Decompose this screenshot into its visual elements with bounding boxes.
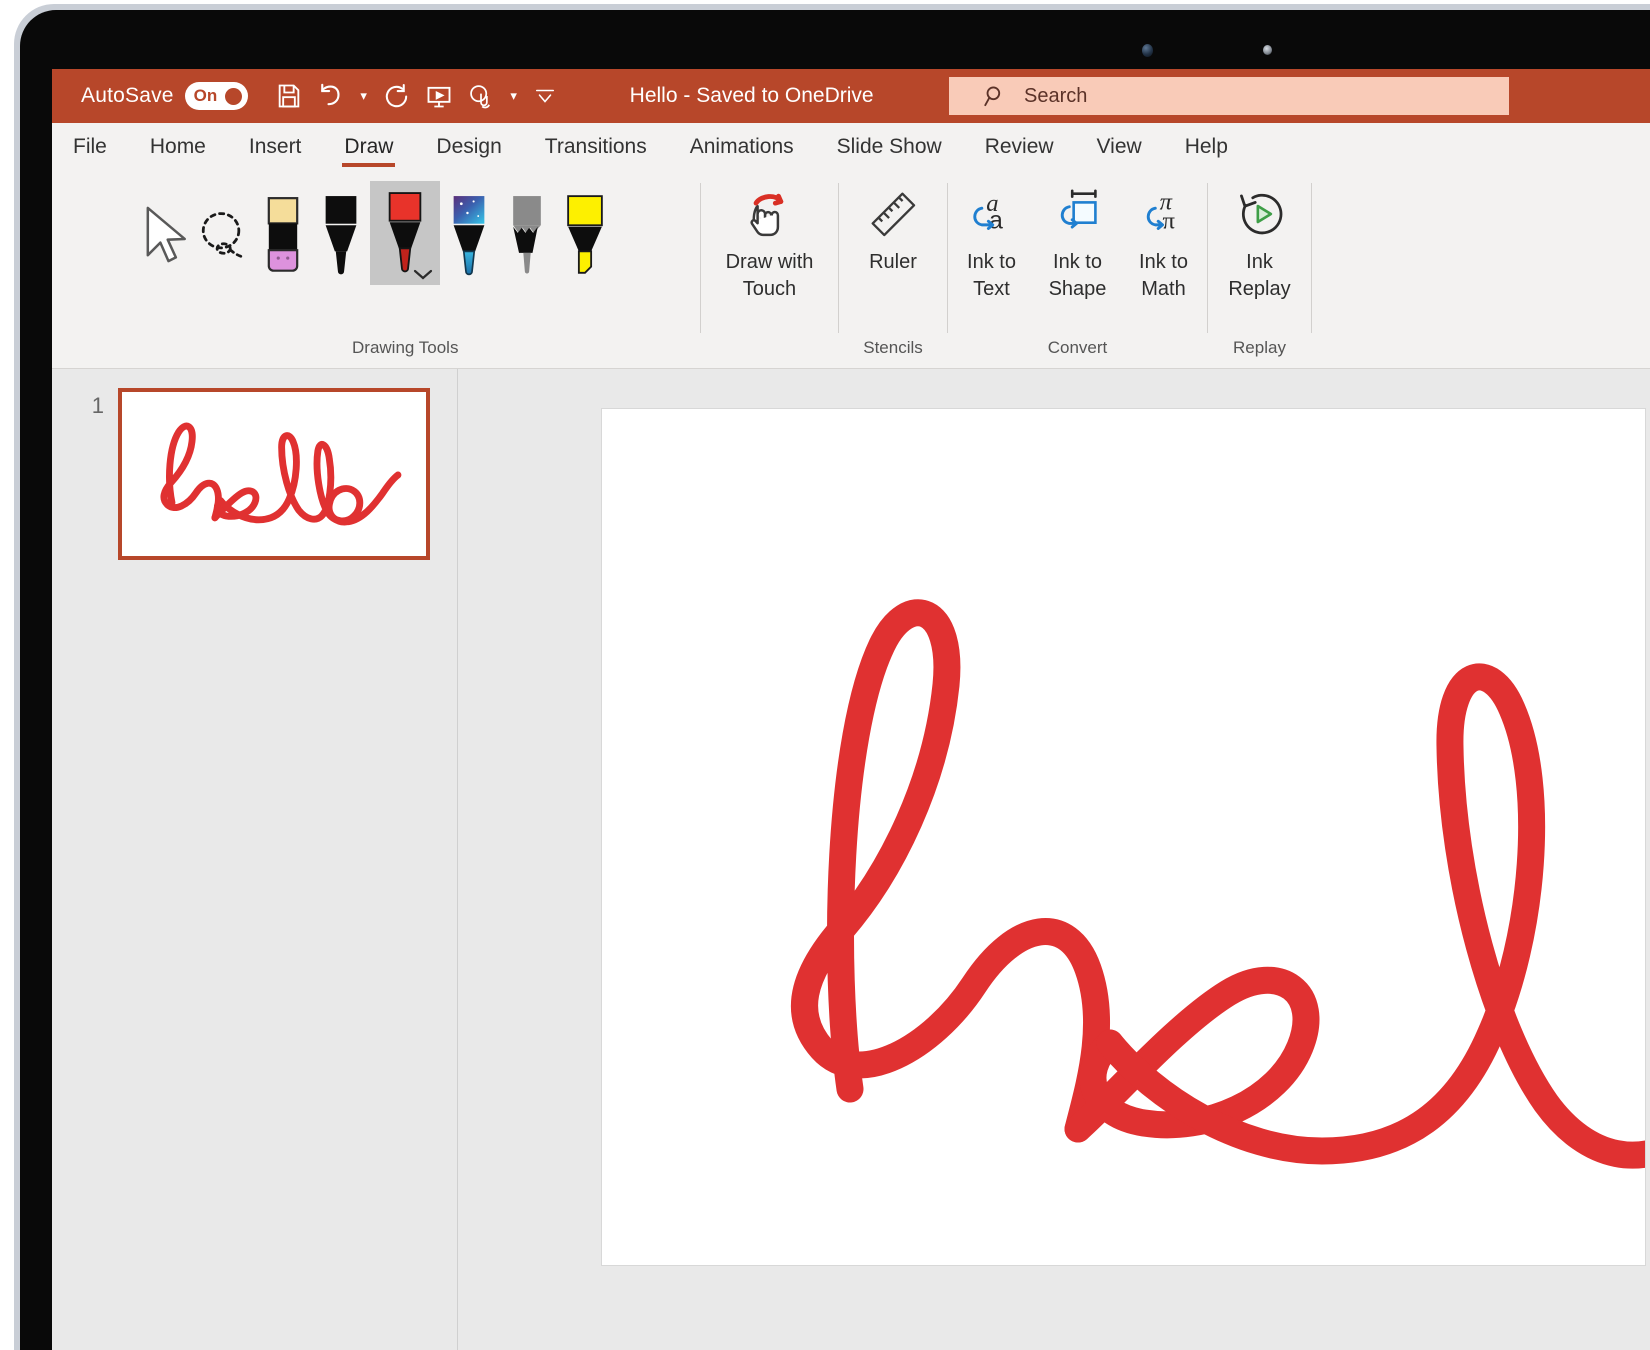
- draw-with-touch-icon: [739, 183, 801, 245]
- lasso-select-icon: [196, 205, 254, 267]
- save-icon[interactable]: [270, 76, 308, 116]
- ink-to-shape-label: Ink to Shape: [1049, 249, 1107, 302]
- ink-replay-button[interactable]: Ink Replay: [1208, 175, 1311, 302]
- slide-number-label: 1: [74, 393, 104, 419]
- ink-to-math-button[interactable]: π π Ink to Math: [1121, 175, 1207, 302]
- autosave-label: AutoSave: [81, 84, 174, 108]
- ribbon-group-stencils: Ruler Stencils: [839, 175, 947, 368]
- pen-red-dropdown-caret[interactable]: [412, 267, 434, 283]
- tab-insert[interactable]: Insert: [249, 131, 302, 167]
- search-box[interactable]: Search: [949, 77, 1509, 115]
- start-presentation-icon[interactable]: [420, 76, 458, 116]
- work-area: 1: [52, 369, 1650, 1350]
- ink-to-text-label: Ink to Text: [967, 249, 1016, 302]
- pencil-icon: [505, 193, 549, 279]
- screenshot-root: AutoSave On ▾: [0, 0, 1650, 1350]
- select-object-tool[interactable]: [138, 181, 196, 291]
- eraser-icon: [262, 195, 304, 277]
- undo-dropdown-caret[interactable]: ▾: [354, 76, 374, 116]
- front-camera-icon: [1142, 44, 1153, 57]
- tab-home[interactable]: Home: [150, 131, 206, 167]
- ink-replay-icon: [1231, 183, 1289, 245]
- ribbon-group-label-stencils: Stencils: [839, 338, 947, 358]
- pencil-tool[interactable]: [498, 181, 556, 291]
- application-window: AutoSave On ▾: [52, 69, 1650, 1350]
- tab-design[interactable]: Design: [436, 131, 501, 167]
- ribbon-group-convert: a a Ink to Text: [948, 175, 1207, 368]
- ribbon-group-label-replay: Replay: [1208, 338, 1311, 358]
- tab-file[interactable]: File: [73, 131, 107, 167]
- ambient-sensor-icon: [1263, 45, 1272, 55]
- draw-with-touch-button[interactable]: Draw with Touch: [712, 175, 828, 302]
- touch-mode-icon[interactable]: [462, 76, 500, 116]
- ink-to-math-icon: π π: [1135, 183, 1193, 245]
- autosave-toggle-knob: [225, 88, 242, 105]
- search-icon: [982, 83, 1008, 109]
- ribbon-group-label-convert: Convert: [948, 338, 1207, 358]
- slide-editing-canvas[interactable]: [601, 408, 1646, 1266]
- ribbon-separator: [1311, 183, 1312, 333]
- thumbnail-row: 1: [52, 369, 457, 560]
- tab-draw[interactable]: Draw: [344, 131, 393, 167]
- canvas-ink-hello: [602, 409, 1646, 1266]
- cursor-arrow-icon: [141, 205, 193, 267]
- ruler-label: Ruler: [869, 249, 917, 276]
- tab-animations[interactable]: Animations: [690, 131, 794, 167]
- tab-view[interactable]: View: [1097, 131, 1142, 167]
- document-title[interactable]: Hello - Saved to OneDrive: [630, 84, 874, 108]
- ruler-icon: [864, 183, 922, 245]
- eraser-tool[interactable]: [254, 181, 312, 291]
- pen-red-tool[interactable]: [370, 181, 440, 285]
- lasso-select-tool[interactable]: [196, 181, 254, 291]
- ruler-button[interactable]: Ruler: [839, 175, 947, 276]
- autosave-toggle[interactable]: On: [185, 82, 248, 110]
- tab-review[interactable]: Review: [985, 131, 1054, 167]
- tab-slide-show[interactable]: Slide Show: [837, 131, 942, 167]
- pen-red-icon: [383, 190, 427, 276]
- pen-black-tool[interactable]: [312, 181, 370, 291]
- ribbon-group-draw-with-touch: Draw with Touch: [701, 175, 838, 368]
- highlighter-yellow-icon: [562, 193, 608, 279]
- svg-text:a: a: [989, 208, 1003, 235]
- slide-thumbnail-1[interactable]: [118, 388, 430, 560]
- title-bar: AutoSave On ▾: [52, 69, 1650, 123]
- undo-icon[interactable]: [312, 76, 350, 116]
- draw-with-touch-label: Draw with Touch: [726, 249, 814, 302]
- search-placeholder: Search: [1024, 85, 1087, 108]
- ribbon-group-drawing-tools: Drawing Tools: [52, 175, 700, 368]
- touch-dropdown-caret[interactable]: ▾: [504, 76, 524, 116]
- ink-to-text-button[interactable]: a a Ink to Text: [949, 175, 1035, 302]
- slide-canvas-pane: [458, 369, 1650, 1350]
- ink-to-shape-button[interactable]: Ink to Shape: [1035, 175, 1121, 302]
- ink-to-text-icon: a a: [963, 183, 1021, 245]
- customize-qat-caret[interactable]: [528, 76, 562, 116]
- svg-text:π: π: [1162, 208, 1175, 235]
- pen-galaxy-tool[interactable]: [440, 181, 498, 291]
- ribbon-tab-bar: File Home Insert Draw Design Transitions…: [52, 123, 1650, 175]
- pen-galaxy-icon: [447, 193, 491, 279]
- quick-access-toolbar: ▾ ▾: [270, 76, 562, 116]
- ribbon-group-replay: Ink Replay Replay: [1208, 175, 1311, 368]
- thumbnail-ink-hello: [122, 392, 426, 556]
- ink-to-shape-icon: [1049, 183, 1107, 245]
- ink-to-math-label: Ink to Math: [1139, 249, 1188, 302]
- ribbon: Drawing Tools Draw with Touc: [52, 175, 1650, 369]
- autosave-state-label: On: [194, 86, 218, 106]
- tab-transitions[interactable]: Transitions: [545, 131, 647, 167]
- slide-thumbnail-pane: 1: [52, 369, 458, 1350]
- ribbon-group-label-drawing-tools: Drawing Tools: [52, 338, 700, 358]
- highlighter-yellow-tool[interactable]: [556, 181, 614, 291]
- pen-black-icon: [319, 193, 363, 279]
- redo-icon[interactable]: [378, 76, 416, 116]
- tab-help[interactable]: Help: [1185, 131, 1228, 167]
- ink-replay-label: Ink Replay: [1228, 249, 1290, 302]
